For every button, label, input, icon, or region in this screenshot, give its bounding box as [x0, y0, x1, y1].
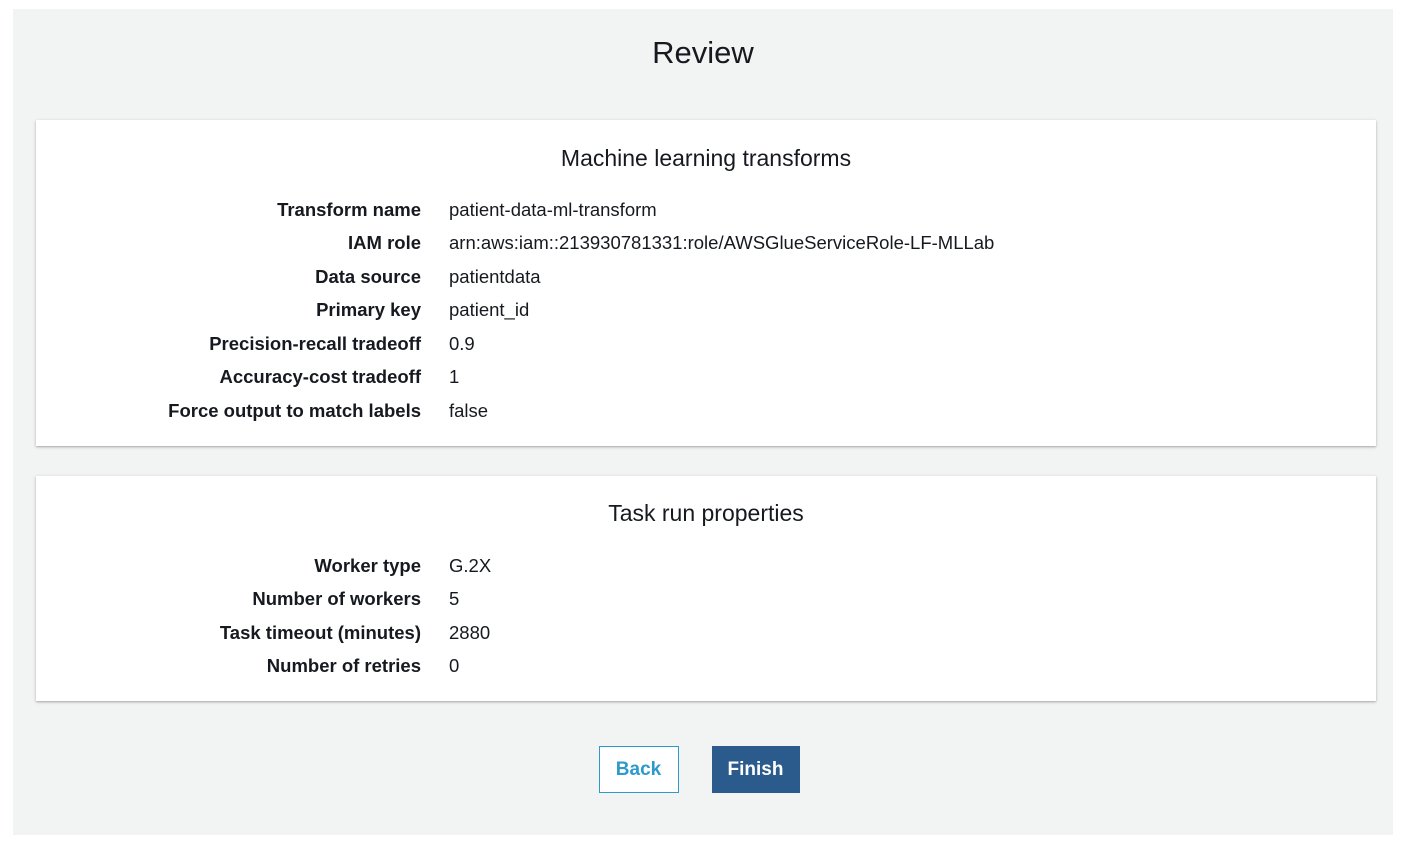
property-row-number-of-retries: Number of retries 0: [36, 650, 1376, 684]
ml-transforms-properties: Transform name patient-data-ml-transform…: [36, 193, 1376, 428]
ml-transforms-title: Machine learning transforms: [560, 145, 852, 171]
property-label: Primary key: [316, 299, 421, 321]
property-label: Force output to match labels: [168, 399, 421, 421]
finish-button[interactable]: Finish: [711, 746, 800, 793]
property-value: 2880: [449, 621, 491, 643]
wizard-actions: Back Finish: [13, 746, 1393, 793]
property-label: Number of workers: [252, 588, 421, 610]
task-run-panel: Task run properties Worker type G.2X Num…: [36, 476, 1376, 701]
property-label: IAM role: [348, 232, 421, 254]
property-row-transform-name: Transform name patient-data-ml-transform: [36, 193, 1376, 227]
property-label: Precision-recall tradeoff: [209, 332, 421, 354]
property-row-worker-type: Worker type G.2X: [36, 549, 1376, 583]
property-label: Task timeout (minutes): [219, 621, 421, 643]
property-value: patientdata: [449, 265, 541, 287]
property-label: Number of retries: [266, 655, 421, 677]
property-value: arn:aws:iam::213930781331:role/AWSGlueSe…: [449, 232, 995, 254]
property-value: G.2X: [449, 554, 492, 576]
property-label: Worker type: [314, 554, 421, 576]
review-page: Review Machine learning transforms Trans…: [13, 9, 1393, 835]
back-button[interactable]: Back: [598, 746, 679, 793]
property-row-force-output: Force output to match labels false: [36, 394, 1376, 428]
property-value: 0: [449, 655, 460, 677]
property-value: false: [449, 399, 489, 421]
property-value: patient-data-ml-transform: [449, 198, 657, 220]
property-row-precision-recall: Precision-recall tradeoff 0.9: [36, 327, 1376, 361]
property-label: Data source: [315, 265, 421, 287]
property-row-primary-key: Primary key patient_id: [36, 294, 1376, 328]
property-value: patient_id: [449, 299, 530, 321]
page-title: Review: [652, 35, 754, 70]
property-row-accuracy-cost: Accuracy-cost tradeoff 1: [36, 361, 1376, 395]
task-run-title: Task run properties: [608, 500, 804, 526]
task-run-properties: Worker type G.2X Number of workers 5 Tas…: [36, 549, 1376, 683]
property-value: 0.9: [449, 332, 475, 354]
property-value: 1: [449, 366, 460, 388]
property-value: 5: [449, 588, 460, 610]
ml-transforms-panel: Machine learning transforms Transform na…: [36, 120, 1376, 446]
property-row-iam-role: IAM role arn:aws:iam::213930781331:role/…: [36, 227, 1376, 261]
property-row-data-source: Data source patientdata: [36, 260, 1376, 294]
property-label: Accuracy-cost tradeoff: [219, 366, 421, 388]
property-label: Transform name: [277, 198, 421, 220]
property-row-task-timeout: Task timeout (minutes) 2880: [36, 616, 1376, 650]
property-row-number-of-workers: Number of workers 5: [36, 583, 1376, 617]
